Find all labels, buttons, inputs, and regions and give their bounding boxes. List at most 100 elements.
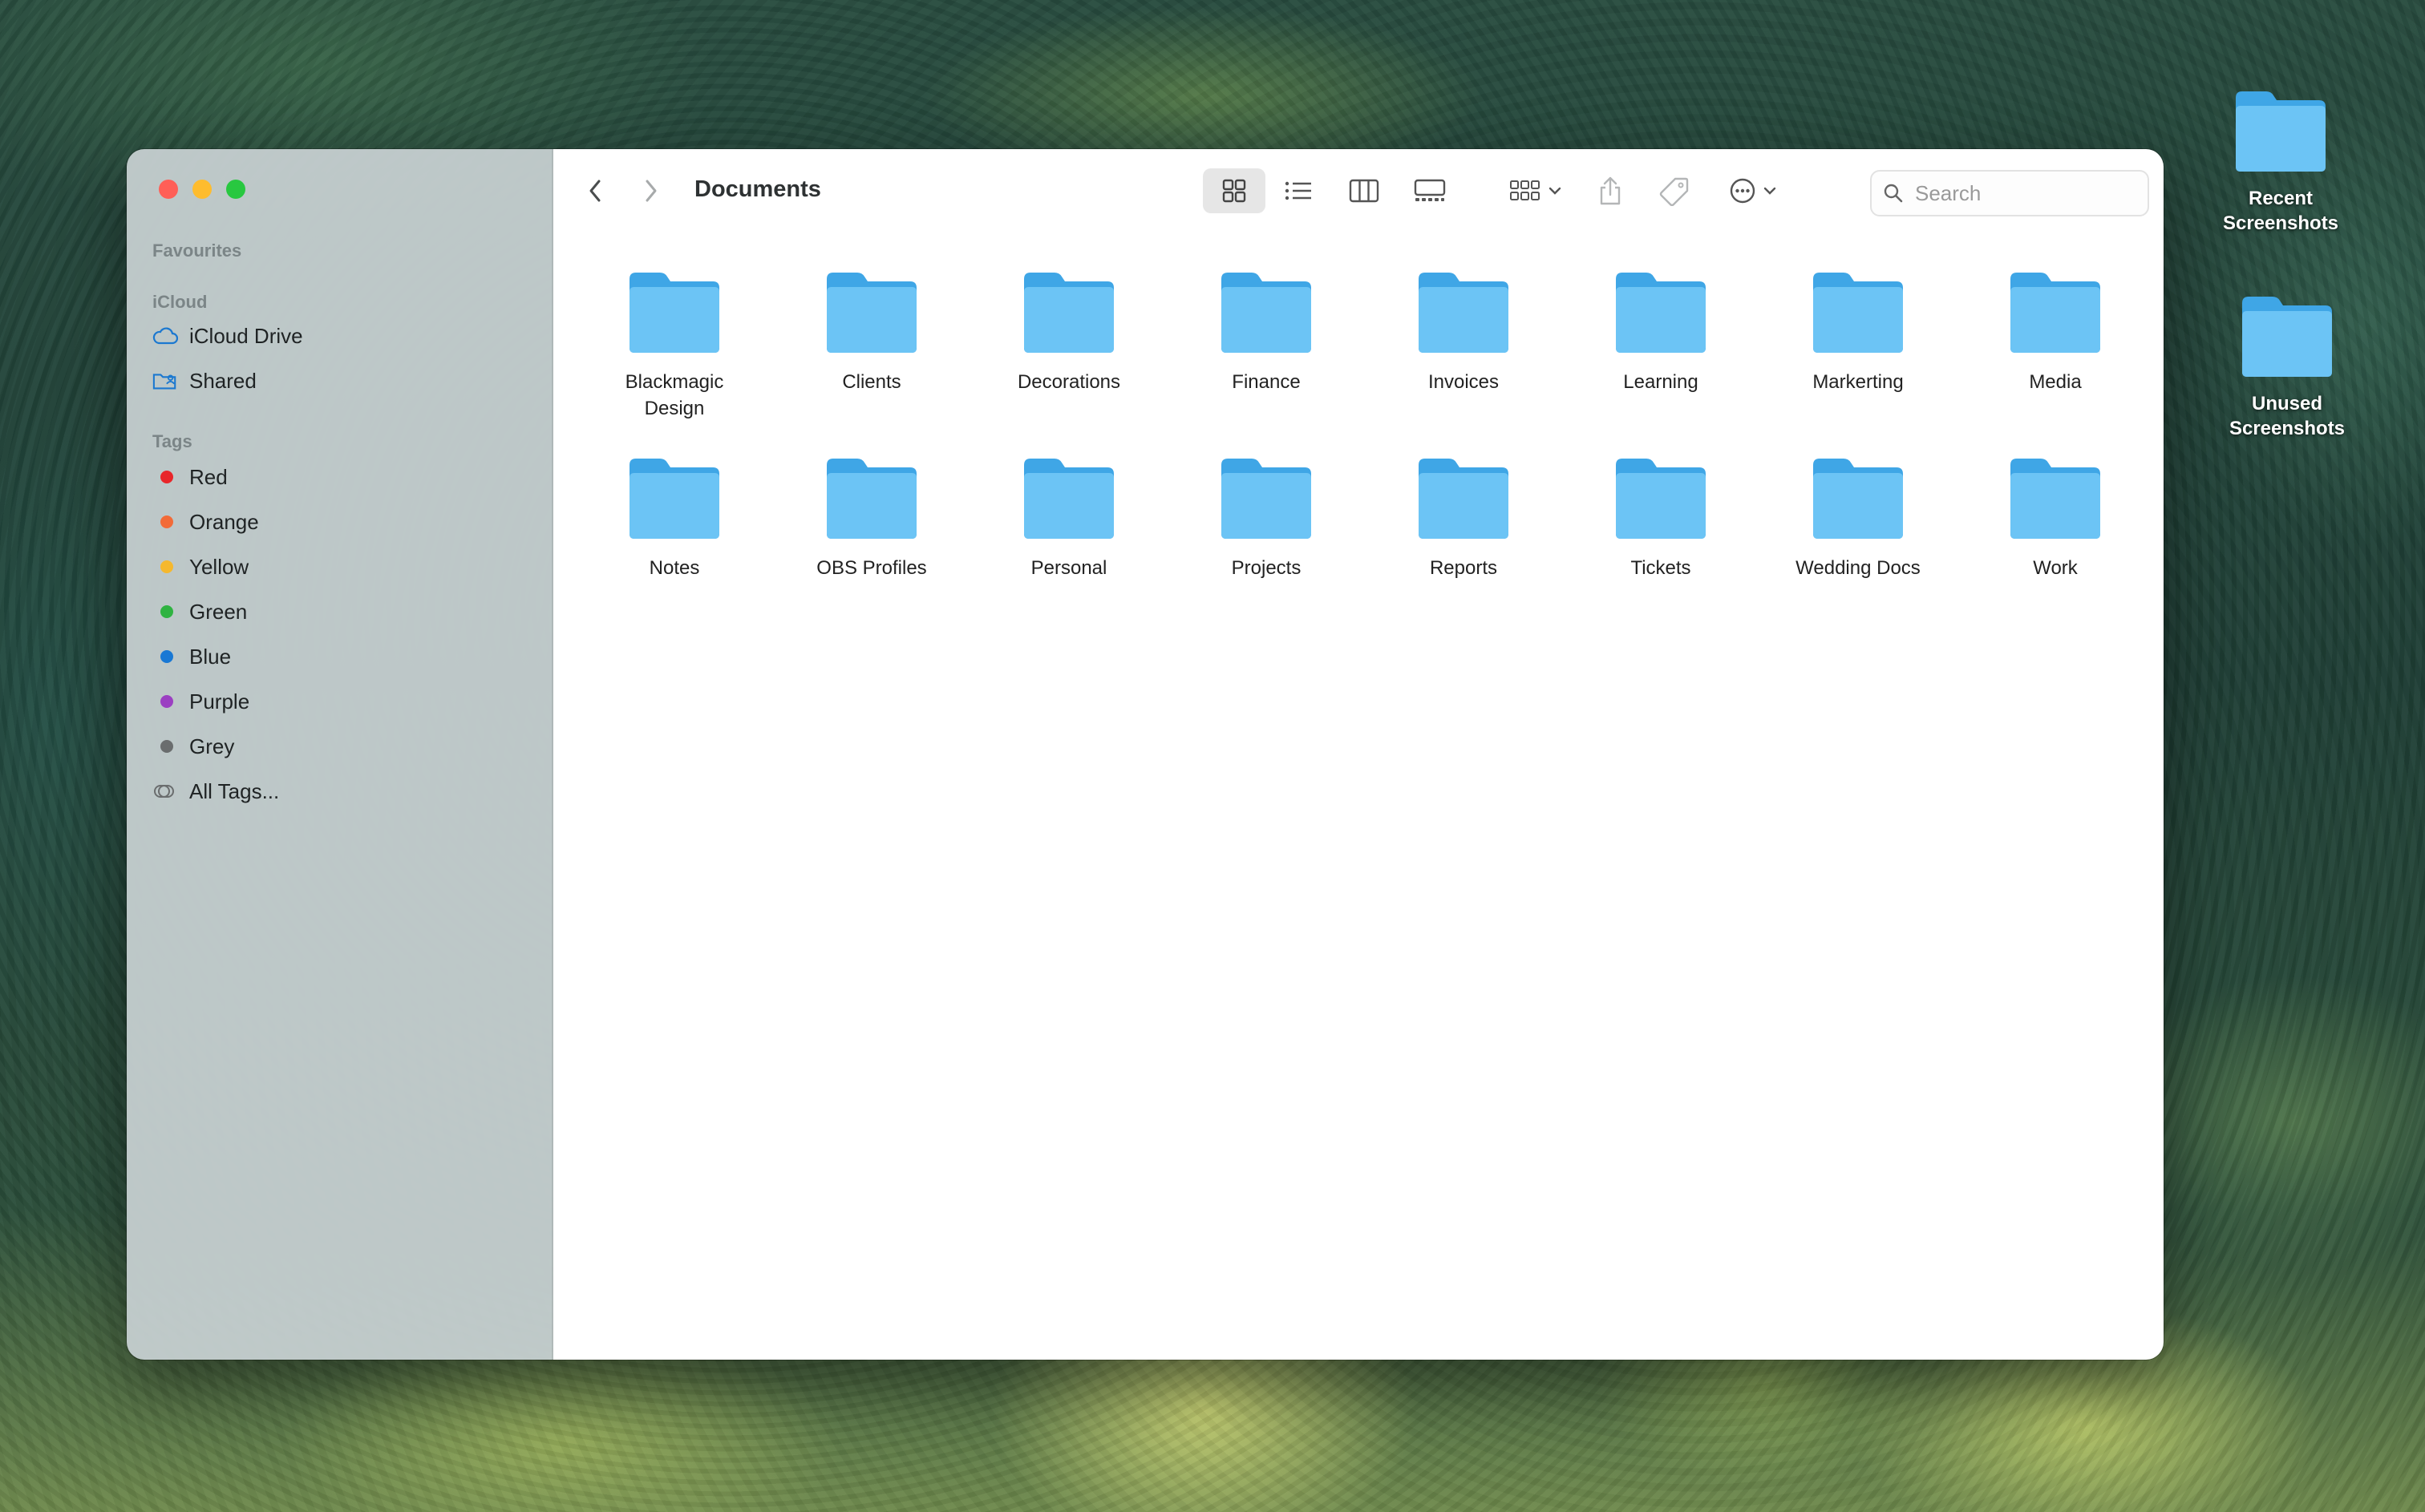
folder-icon (2010, 273, 2100, 353)
sidebar-item-label: Red (189, 464, 228, 489)
folder-icon (827, 459, 917, 539)
list-view-button[interactable] (1270, 168, 1326, 213)
folder-icon (2236, 91, 2326, 172)
folder-label: Personal (1030, 557, 1107, 579)
folder-icon (630, 459, 719, 539)
folder-icon (1419, 459, 1508, 539)
tag-dot-icon (152, 740, 178, 753)
tag-dot-icon (152, 650, 178, 663)
folder-icon (1221, 459, 1311, 539)
folder-label: Learning (1623, 371, 1698, 393)
sidebar-item-label: Yellow (189, 554, 249, 579)
desktop-folder-recent-screenshots[interactable]: Recent Screenshots (2200, 87, 2361, 236)
icon-view-button[interactable] (1203, 168, 1265, 213)
traffic-lights (159, 180, 245, 199)
column-view-button[interactable] (1336, 168, 1392, 213)
sidebar-tag-yellow[interactable]: Yellow (152, 548, 249, 585)
folder-item[interactable]: Clients (773, 261, 970, 447)
shared-folder-icon (152, 371, 178, 390)
tag-dot-icon (152, 560, 178, 573)
tag-dot-icon (152, 471, 178, 483)
folder-icon (1024, 459, 1114, 539)
folder-label: Reports (1429, 557, 1498, 579)
folder-label: Finance (1232, 371, 1301, 393)
tag-icon (1659, 177, 1689, 206)
folder-label: Wedding Docs (1795, 557, 1921, 579)
sidebar-tag-green[interactable]: Green (152, 593, 247, 630)
zoom-button[interactable] (226, 180, 245, 199)
all-tags-icon (152, 783, 178, 799)
share-icon (1600, 176, 1621, 205)
sidebar-item-icloud-drive[interactable]: iCloud Drive (152, 317, 303, 354)
more-actions-button[interactable] (1719, 168, 1787, 213)
tag-dot-icon (152, 515, 178, 528)
sidebar-item-shared[interactable]: Shared (152, 362, 257, 399)
desktop-folder-unused-screenshots[interactable]: Unused Screenshots (2207, 292, 2367, 441)
folder-item[interactable]: Reports (1365, 447, 1562, 633)
folder-item[interactable]: Wedding Docs (1759, 447, 1957, 633)
sidebar-tag-red[interactable]: Red (152, 459, 228, 495)
ellipsis-circle-icon (1730, 178, 1755, 204)
folder-label: Markerting (1812, 371, 1904, 393)
list-icon (1285, 181, 1311, 200)
search-field[interactable]: Search (1870, 170, 2149, 216)
folder-item[interactable]: Personal (970, 447, 1168, 633)
folder-item[interactable]: Learning (1562, 261, 1759, 447)
group-by-button[interactable] (1500, 168, 1572, 213)
folder-item[interactable]: Markerting (1759, 261, 1957, 447)
close-button[interactable] (159, 180, 178, 199)
folder-label: Clients (842, 371, 901, 393)
folder-item[interactable]: Finance (1168, 261, 1365, 447)
main-content: Documents Search Blackmagic Design Clien… (553, 149, 2164, 1360)
gallery-icon (1414, 179, 1446, 201)
folder-label: Notes (649, 557, 700, 579)
search-placeholder: Search (1915, 180, 1982, 205)
folder-item[interactable]: Notes (576, 447, 773, 633)
desktop-folder-label: Recent Screenshots (2222, 188, 2339, 234)
sidebar-item-label: Shared (189, 368, 257, 393)
folder-item[interactable]: OBS Profiles (773, 447, 970, 633)
folder-icon (1616, 459, 1706, 539)
folder-item[interactable]: Work (1957, 447, 2154, 633)
finder-window: Favourites iCloud iCloud Drive Shared Ta… (127, 149, 2164, 1360)
sidebar-tag-orange[interactable]: Orange (152, 503, 259, 540)
cloud-icon (152, 327, 178, 345)
sidebar-tag-grey[interactable]: Grey (152, 728, 234, 765)
search-icon (1872, 183, 1915, 204)
sidebar-section-icloud: iCloud (152, 292, 208, 312)
sidebar-item-label: iCloud Drive (189, 323, 303, 348)
minimize-button[interactable] (192, 180, 212, 199)
folder-icon (630, 273, 719, 353)
folder-icon (1616, 273, 1706, 353)
folder-item[interactable]: Tickets (1562, 447, 1759, 633)
folder-label: Projects (1231, 557, 1302, 579)
folder-item[interactable]: Invoices (1365, 261, 1562, 447)
folder-icon (1221, 273, 1311, 353)
folder-item[interactable]: Decorations (970, 261, 1168, 447)
folder-item[interactable]: Media (1957, 261, 2154, 447)
columns-icon (1349, 179, 1379, 203)
sidebar-section-tags: Tags (152, 431, 192, 451)
share-button[interactable] (1588, 168, 1633, 213)
folder-item[interactable]: Blackmagic Design (576, 261, 773, 447)
tag-button[interactable] (1652, 168, 1697, 213)
gallery-view-button[interactable] (1402, 168, 1458, 213)
sidebar: Favourites iCloud iCloud Drive Shared Ta… (127, 149, 553, 1360)
tag-dot-icon (152, 605, 178, 618)
folder-label: Media (2029, 371, 2082, 393)
sidebar-all-tags[interactable]: All Tags... (152, 773, 279, 810)
folder-icon (2010, 459, 2100, 539)
sidebar-tag-blue[interactable]: Blue (152, 638, 231, 675)
chevron-left-icon (589, 180, 601, 202)
forward-button[interactable] (634, 173, 669, 208)
folder-label: Blackmagic Design (625, 371, 724, 419)
sidebar-tag-purple[interactable]: Purple (152, 683, 249, 720)
folder-label: Work (2033, 557, 2078, 579)
folder-label: Decorations (1017, 371, 1121, 393)
folder-icon (1419, 273, 1508, 353)
back-button[interactable] (577, 173, 613, 208)
grid-icon (1222, 179, 1246, 203)
sidebar-item-label: Green (189, 599, 248, 624)
chevron-right-icon (646, 180, 657, 202)
folder-item[interactable]: Projects (1168, 447, 1365, 633)
